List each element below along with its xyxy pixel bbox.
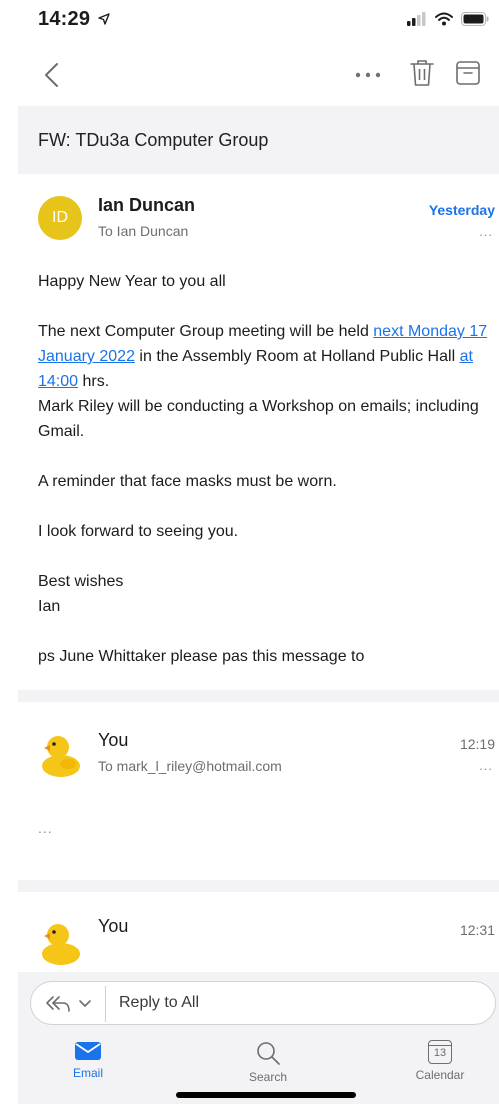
envelope-icon	[75, 1042, 101, 1060]
message-separator	[18, 880, 499, 892]
avatar: ID	[38, 196, 82, 240]
body-text-segment: in the Assembly Room at Holland Public H…	[134, 348, 460, 365]
body-text-segment: The next Computer Group meeting will be …	[38, 323, 374, 340]
message-more-button[interactable]: ...	[479, 758, 493, 773]
body-signoff: Best wishes	[38, 573, 124, 590]
back-button[interactable]	[38, 60, 68, 90]
tab-email-label: Email	[72, 1066, 103, 1080]
location-arrow-icon	[98, 13, 110, 25]
status-bar: 14:29	[0, 0, 499, 46]
body-signature: Ian	[38, 598, 61, 615]
body-paragraph: A reminder that face masks must be worn.	[38, 473, 337, 490]
body-text-segment: hrs.	[78, 373, 110, 390]
tab-calendar-label: Calendar	[415, 1068, 465, 1082]
home-indicator	[176, 1092, 356, 1098]
recipient-line: To mark_l_riley@hotmail.com	[98, 758, 282, 774]
body-paragraph: The next Computer Group meeting will be …	[38, 319, 488, 444]
body-paragraph: I look forward to seeing you.	[38, 523, 239, 540]
body-ps: ps June Whittaker please pas this messag…	[38, 648, 365, 665]
subject-bar: FW: TDu3a Computer Group	[18, 106, 499, 174]
avatar-initials: ID	[52, 209, 68, 226]
duck-avatar-icon	[42, 736, 80, 777]
message-time: Yesterday	[428, 202, 495, 218]
more-options-button[interactable]	[354, 68, 382, 82]
tab-calendar[interactable]: 13 Calendar	[390, 1040, 490, 1082]
chevron-down-icon[interactable]	[77, 995, 93, 1011]
tab-search[interactable]: Search	[218, 1040, 318, 1084]
wifi-icon	[435, 12, 453, 26]
ellipsis-icon	[355, 72, 381, 78]
status-time-text: 14:29	[38, 8, 91, 30]
collapsed-content-button[interactable]: ...	[38, 820, 53, 836]
message-header[interactable]: You 12:31	[18, 914, 499, 970]
status-icons	[407, 12, 489, 26]
calendar-date: 13	[433, 1047, 447, 1059]
message-toolbar	[0, 48, 499, 102]
message-more-button[interactable]: ...	[479, 224, 493, 239]
message-time: 12:19	[459, 736, 495, 752]
battery-icon	[461, 12, 489, 26]
status-time: 14:29	[38, 8, 110, 31]
sender-name: You	[98, 916, 129, 936]
email-subject: FW: TDu3a Computer Group	[38, 130, 269, 150]
message-body: Happy New Year to you all The next Compu…	[38, 269, 488, 669]
message-time: 12:31	[459, 922, 495, 938]
body-text-segment: Mark Riley will be conducting a Workshop…	[38, 398, 479, 440]
calendar-icon: 13	[428, 1040, 452, 1064]
signal-icon	[407, 12, 426, 26]
trash-icon	[410, 60, 434, 86]
reply-label: Reply to All	[119, 994, 200, 1011]
reply-bar: Reply to All	[18, 972, 499, 1034]
sender-name: Ian Duncan	[98, 195, 196, 215]
delete-button[interactable]	[410, 58, 434, 88]
sender-name: You	[98, 730, 129, 750]
duck-avatar-icon	[42, 924, 80, 965]
tab-search-label: Search	[248, 1070, 288, 1084]
body-greeting: Happy New Year to you all	[38, 273, 226, 290]
reply-divider	[105, 986, 106, 1022]
archive-icon	[456, 61, 480, 85]
message-header[interactable]: You To mark_l_riley@hotmail.com 12:19 ..…	[18, 730, 499, 780]
recipient-line: To Ian Duncan	[98, 223, 189, 239]
message-separator	[18, 690, 499, 702]
message-header[interactable]: ID Ian Duncan To Ian Duncan Yesterday ..…	[18, 195, 499, 246]
reply-all-icon	[46, 996, 70, 1012]
tab-email[interactable]: Email	[38, 1040, 138, 1080]
reply-all-button[interactable]: Reply to All	[30, 981, 496, 1025]
archive-button[interactable]	[455, 58, 481, 88]
chevron-left-icon	[45, 63, 58, 87]
search-icon	[257, 1042, 280, 1065]
